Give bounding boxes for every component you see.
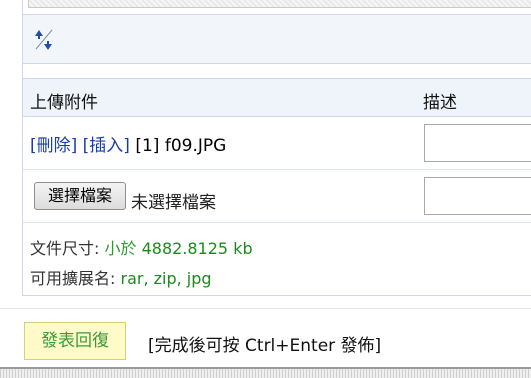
file-size-value: 4882.8125 kb [141,239,253,258]
extensions-value: rar, zip, jpg [120,269,212,288]
choose-file-button[interactable]: 選擇檔案 [34,182,126,210]
attachment-filename: [1] f09.JPG [135,136,227,156]
file-chooser-status: 未選擇檔案 [131,193,216,213]
resize-arrows-icon[interactable] [33,27,55,53]
upload-column-header: 上傳附件 [30,93,98,113]
insert-link[interactable]: [插入] [83,136,130,156]
editor-textarea-edge[interactable] [28,0,531,8]
file-size-label: 文件尺寸: [30,239,105,258]
submit-reply-button[interactable]: 發表回復 [24,322,126,360]
extensions-label: 可用擴展名: [30,269,121,288]
allowed-extensions-info: 可用擴展名: rar, zip, jpg [30,265,212,289]
attachment-row: [刪除] [插入] [1] f09.JPG [30,131,226,156]
description-column-header: 描述 [423,93,457,113]
footer-divider [0,308,531,309]
delete-link[interactable]: [刪除] [30,136,77,156]
submit-shortcut-hint: [完成後可按 Ctrl+Enter 發佈] [148,336,382,356]
file-size-info: 文件尺寸: 小於 4882.8125 kb [30,235,253,259]
horizontal-scrollbar[interactable] [0,367,531,378]
row-divider [23,169,531,170]
attachment-table-header: 上傳附件 描述 [23,78,531,117]
file-size-prefix: 小於 [104,239,142,258]
attachment-description-input[interactable] [424,124,531,162]
new-attachment-description-input[interactable] [424,177,531,215]
row-divider [23,222,531,223]
editor-resize-bar [23,14,531,64]
